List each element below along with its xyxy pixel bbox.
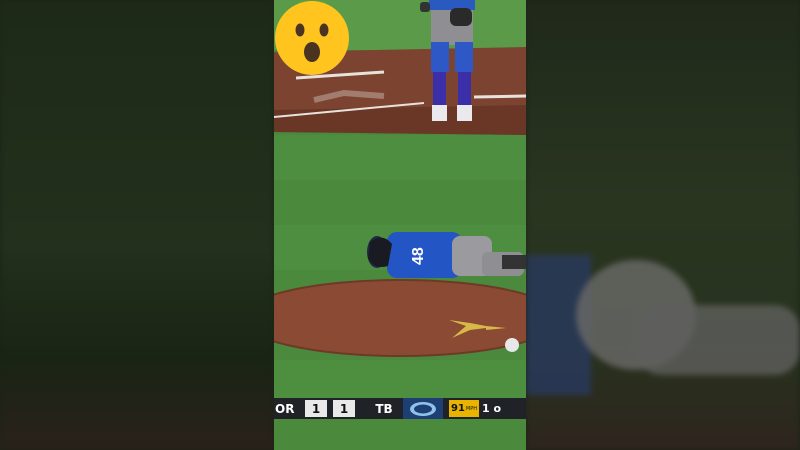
home-score: 1 [333, 400, 355, 417]
pitch-speed-unit: MPH [465, 405, 477, 412]
video-frame: 48 OR 1 1 TB 91 MPH 1 o [0, 0, 800, 450]
inning-indicator: 1 o [482, 402, 502, 415]
pitch-speed-value: 91 [450, 403, 465, 414]
blurred-backdrop-left [0, 0, 274, 450]
blurred-player-silhouette [526, 255, 800, 395]
astonished-face-emoji-icon [275, 1, 349, 75]
scoreboard-bar: OR 1 1 TB 91 MPH 1 o [274, 398, 526, 419]
pitch-speed-box: 91 MPH [449, 400, 479, 417]
team-logo-icon [403, 398, 443, 419]
away-score: 1 [305, 400, 327, 417]
away-team-label: OR [275, 401, 295, 416]
blurred-backdrop-right [526, 0, 800, 450]
jersey-number: 48 [410, 247, 427, 265]
home-team-label: TB [375, 401, 393, 416]
